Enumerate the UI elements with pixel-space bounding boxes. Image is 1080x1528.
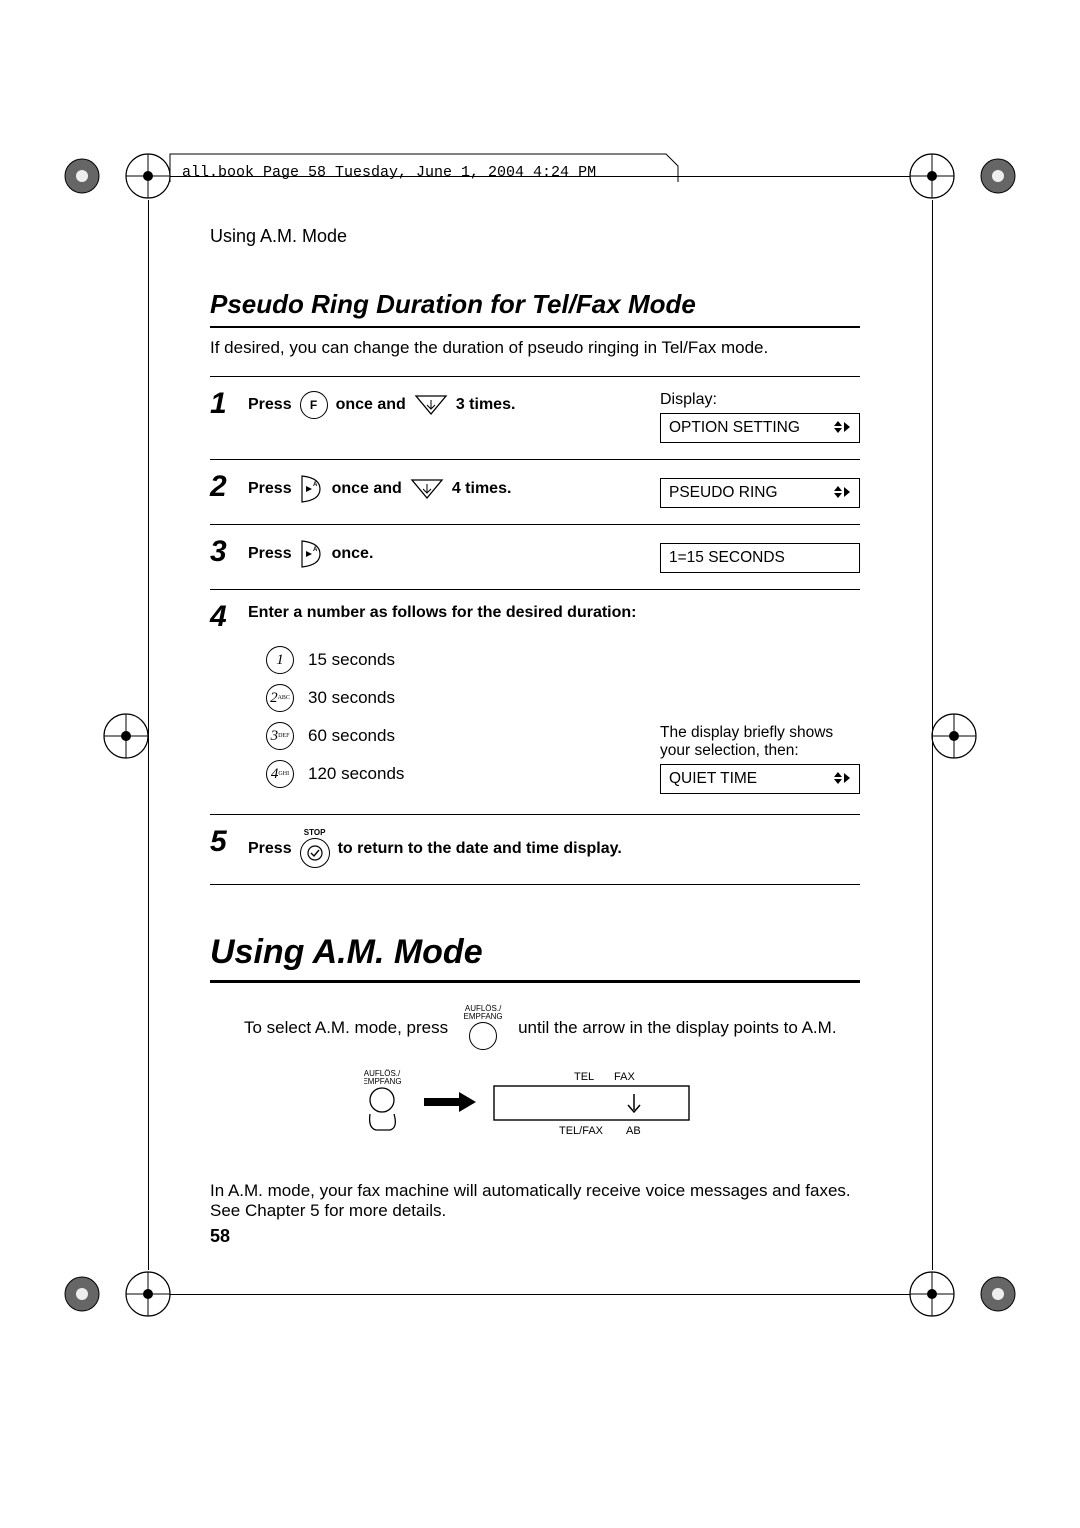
intro-text: If desired, you can change the duration … [210,338,860,358]
lcd-option-setting: OPTION SETTING [660,413,860,443]
book-tag: all.book Page 58 Tuesday, June 1, 2004 4… [182,164,596,181]
diagram-top-right: FAX [614,1071,635,1083]
lcd-text: PSEUDO RING [669,484,778,502]
diagram-bottom-left: TEL/FAX [559,1125,604,1137]
step1-press: Press [248,396,292,414]
regmark-top-left [60,146,180,206]
updown-arrow-icon [829,484,851,503]
svg-text:EMPFANG: EMPFANG [364,1077,402,1086]
updown-arrow-icon [829,770,851,789]
regmark-top-right [900,146,1020,206]
auflos-key-icon: AUFLÖS./ EMPFANG [458,1005,508,1050]
option-label: 120 seconds [308,764,404,784]
step-4: 4 Enter a number as follows for the desi… [210,589,860,814]
crossline-bottom [170,1294,910,1295]
step-number: 5 [210,827,236,857]
heading-using-am: Using A.M. Mode [210,933,860,983]
section-title: Pseudo Ring Duration for Tel/Fax Mode [210,289,860,328]
diagram-bottom-right: AB [626,1125,641,1137]
regmark-mid-right [924,706,984,766]
right-half-key-icon: A [300,474,324,504]
updown-arrow-icon [829,419,851,438]
option-label: 30 seconds [308,688,395,708]
keypad-1-icon: 1 [266,646,294,674]
para2-a: To select A.M. mode, press [244,1018,448,1038]
stop-key-icon: STOP [300,829,330,868]
step2-onceand: once and [332,480,402,498]
step3-once: once. [332,545,374,563]
right-half-key-icon: A [300,539,324,569]
keypad-3-icon: 3DEF [266,722,294,750]
option-4: 4GHI 120 seconds [266,760,660,788]
running-head: Using A.M. Mode [210,226,860,247]
page: all.book Page 58 Tuesday, June 1, 2004 4… [0,0,1080,1528]
option-label: 60 seconds [308,726,395,746]
keypad-4-icon: 4GHI [266,760,294,788]
step4-note: The display briefly shows your selection… [660,724,860,760]
display-label: Display: [660,391,860,409]
step4-options: 1 15 seconds 2ABC 30 seconds 3DEF 60 sec… [266,646,660,798]
crossline-right [932,200,933,1270]
regmark-mid-left [96,706,156,766]
option-label: 15 seconds [308,650,395,670]
lcd-pseudo-ring: PSEUDO RING [660,478,860,508]
step4-text: Enter a number as follows for the desire… [248,604,860,632]
option-2: 2ABC 30 seconds [266,684,660,712]
steps-area: 1 Press F once and 3 times. Display: OPT… [210,376,860,885]
step-5: 5 Press STOP to return to the date and t… [210,814,860,885]
step-2: 2 Press A once and 4 times. PSEUDO RING [210,459,860,524]
f-key-icon: F [300,391,328,419]
option-3: 3DEF 60 seconds [266,722,660,750]
lcd-seconds: 1=15 SECONDS [660,543,860,573]
step-3: 3 Press A once. 1=15 SECONDS [210,524,860,589]
keypad-2-icon: 2ABC [266,684,294,712]
lcd-text: QUIET TIME [669,770,757,788]
down-arrow-key-icon [410,478,444,500]
lcd-quiet-time: QUIET TIME [660,764,860,794]
round-key-icon [469,1022,497,1050]
step-number: 2 [210,472,236,502]
step-number: 1 [210,389,236,419]
diagram-top-left: TEL [574,1071,594,1083]
step1-times: 3 times. [456,396,516,414]
down-arrow-key-icon [414,394,448,416]
para-am-intro: To select A.M. mode, press AUFLÖS./ EMPF… [244,1005,860,1050]
step1-onceand: once and [336,396,406,414]
crossline-left [148,200,149,1270]
svg-text:A: A [313,482,318,488]
para-am-explain: In A.M. mode, your fax machine will auto… [210,1181,860,1221]
step3-press: Press [248,545,292,563]
am-mode-diagram: AUFLÖS./ EMPFANG TEL FAX TEL/FAX AB [364,1068,860,1163]
page-number: 58 [210,1226,230,1247]
lcd-text: OPTION SETTING [669,419,800,437]
step2-press: Press [248,480,292,498]
content-area: Using A.M. Mode Pseudo Ring Duration for… [210,226,860,1239]
step5-rest: to return to the date and time display. [338,840,622,858]
step5-press: Press [248,840,292,858]
option-1: 1 15 seconds [266,646,660,674]
regmark-bottom-right [900,1264,1020,1324]
lcd-text: 1=15 SECONDS [669,549,785,567]
step2-times: 4 times. [452,480,512,498]
regmark-bottom-left [60,1264,180,1324]
svg-text:A: A [313,547,318,553]
step-1: 1 Press F once and 3 times. Display: OPT… [210,376,860,459]
step-number: 4 [210,602,236,632]
stop-circle-icon [300,838,330,868]
step-number: 3 [210,537,236,567]
para2-b: until the arrow in the display points to… [518,1018,836,1038]
